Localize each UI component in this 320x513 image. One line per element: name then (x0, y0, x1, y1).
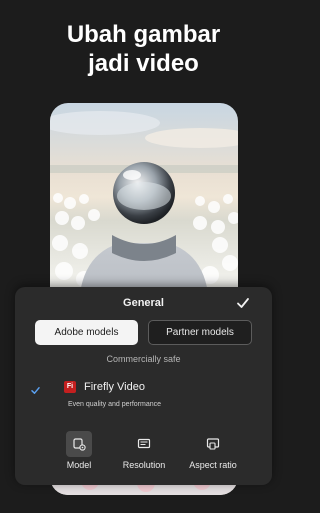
tab-aspect-ratio-label: Aspect ratio (189, 460, 237, 470)
tab-aspect-ratio[interactable]: Aspect ratio (182, 431, 244, 475)
headline-line-1: Ubah gambar (66, 21, 221, 48)
commercially-safe-label: Commercially safe (106, 354, 181, 364)
model-name: Firefly Video (84, 381, 145, 393)
aspect-ratio-icon (200, 431, 226, 457)
resolution-icon (131, 431, 157, 457)
firefly-logo-icon: Fi (64, 381, 76, 393)
settings-tabs: Model Resolution Aspect ratio (15, 431, 272, 475)
tab-resolution-label: Resolution (122, 460, 166, 470)
selected-check-icon (31, 382, 40, 394)
tab-model-label: Model (66, 460, 92, 470)
partner-models-button[interactable]: Partner models (148, 320, 252, 345)
tab-model[interactable]: Model (57, 431, 101, 475)
adobe-models-button[interactable]: Adobe models (35, 320, 138, 345)
checkmark-icon[interactable] (236, 296, 250, 310)
panel-title: General (123, 297, 164, 309)
model-description: Even quality and performance (68, 401, 161, 408)
headline: Ubah gambar jadi video (0, 20, 287, 78)
tab-resolution[interactable]: Resolution (118, 431, 170, 475)
model-option-firefly-video[interactable]: Fi Firefly Video Even quality and perfor… (31, 380, 256, 412)
settings-panel: General Adobe models Partner models Comm… (15, 287, 272, 485)
model-icon (66, 431, 92, 457)
headline-line-2: jadi video (88, 50, 199, 77)
